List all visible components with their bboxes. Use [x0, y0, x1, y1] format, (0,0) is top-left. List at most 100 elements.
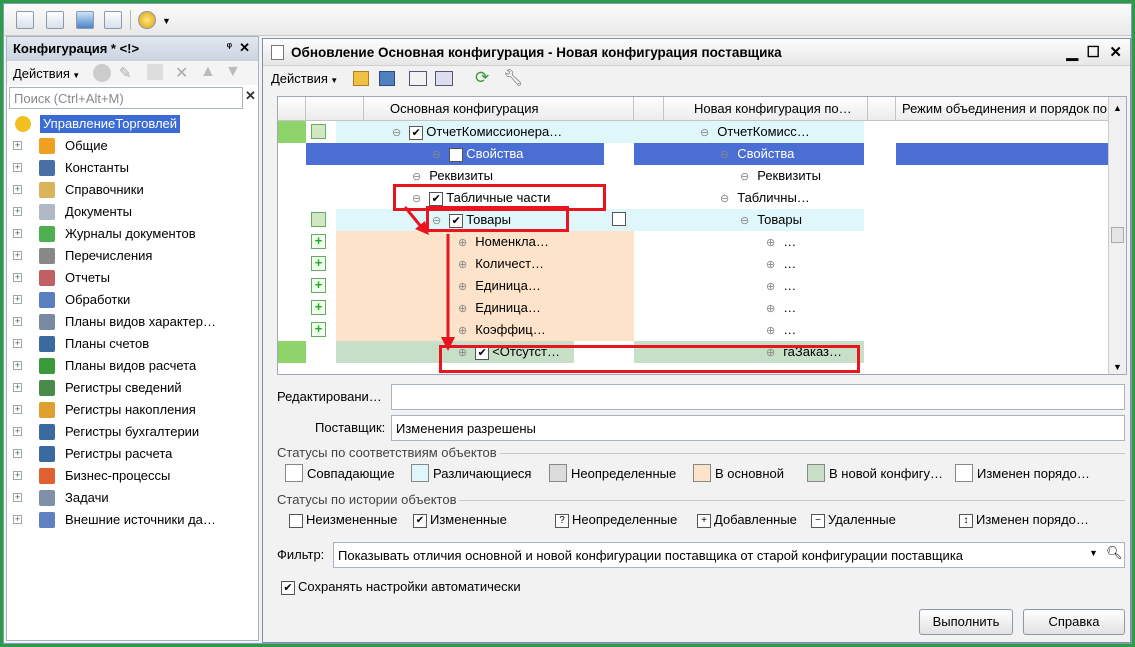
app-frame: ▼ Конфигурация * <!> ᵠ ✕ Действия ▼ ✎ ✕ … [3, 3, 1132, 644]
expand-icon[interactable]: + [13, 449, 22, 458]
window-icon[interactable] [16, 11, 34, 29]
edit-icon[interactable]: ✎ [119, 64, 132, 82]
close-button[interactable]: ✕ [1109, 43, 1122, 61]
pin-icon[interactable]: ᵠ [227, 41, 232, 53]
tree-item[interactable]: + Регистры накопления [7, 399, 258, 421]
expand-icon[interactable]: + [13, 361, 22, 370]
scroll-up-icon: ▲ [1113, 103, 1122, 113]
expand-icon[interactable]: + [13, 295, 22, 304]
editing-field[interactable] [391, 384, 1125, 410]
list-icon[interactable] [104, 11, 122, 29]
actions-menu[interactable]: Действия [13, 66, 70, 81]
refresh-icon[interactable]: ⟳ [475, 68, 489, 88]
tree-item[interactable]: + Константы [7, 157, 258, 179]
filter-select[interactable]: Показывать отличия основной и новой конф… [333, 542, 1125, 568]
database-icon[interactable] [76, 11, 94, 29]
ext-icon [39, 512, 55, 528]
col-new-config[interactable]: Новая конфигурация по… [664, 97, 868, 121]
history-status-item: − Удаленные [811, 512, 896, 528]
settings-icon[interactable] [435, 71, 453, 86]
tree-item[interactable]: + Регистры бухгалтерии [7, 421, 258, 443]
wrench-icon[interactable]: 🔧︎ [503, 68, 523, 88]
help-button[interactable]: Справка [1023, 609, 1125, 635]
search-input[interactable]: Поиск (Ctrl+Alt+M) [9, 87, 243, 109]
tree-item[interactable]: + Планы видов характер… [7, 311, 258, 333]
tree-item[interactable]: + Регистры сведений [7, 377, 258, 399]
tree-item[interactable]: + Справочники [7, 179, 258, 201]
added-icon: + [311, 300, 326, 315]
constants-icon [39, 160, 55, 176]
panel-title: Конфигурация * <!> [13, 41, 140, 56]
close-icon[interactable]: ✕ [239, 40, 250, 56]
tree-item-label: Бизнес-процессы [65, 468, 171, 483]
compare-icon[interactable] [46, 11, 64, 29]
expand-icon[interactable]: + [13, 207, 22, 216]
run-dropdown-icon[interactable]: ▼ [162, 16, 171, 26]
window-actions-menu[interactable]: Действия [271, 71, 328, 86]
save-settings-checkbox[interactable]: ✔ Сохранять настройки автоматически [281, 579, 521, 595]
tree-icon[interactable] [409, 71, 427, 86]
expand-icon[interactable]: + [13, 515, 22, 524]
tree-item[interactable]: + Общие [7, 135, 258, 157]
main-config-cell: ⊕ Единица… [458, 278, 541, 293]
tree-item[interactable]: + Внешние источники да… [7, 509, 258, 531]
tree-item[interactable]: + Задачи [7, 487, 258, 509]
added-icon: + [311, 278, 326, 293]
open-folder-icon[interactable] [353, 71, 369, 86]
grid-scrollbar[interactable]: ▲ ▼ [1108, 97, 1126, 374]
catalogs-icon [39, 182, 55, 198]
run-button[interactable]: Выполнить [919, 609, 1013, 635]
main-config-cell: ⊕ Номенкла… [458, 234, 549, 249]
tree-item[interactable]: + Журналы документов [7, 223, 258, 245]
expand-icon[interactable]: + [13, 163, 22, 172]
maximize-button[interactable]: ☐ [1087, 43, 1100, 61]
tree-item[interactable]: УправлениеТорговлей [7, 113, 258, 135]
table-row[interactable]: ⊖ Свойства ⊖ Свойства [278, 143, 1110, 165]
expand-icon[interactable]: + [13, 185, 22, 194]
expand-icon[interactable]: + [13, 273, 22, 282]
common-icon [39, 138, 55, 154]
tree-item[interactable]: + Планы видов расчета [7, 355, 258, 377]
row-checkbox [612, 212, 626, 226]
save-icon[interactable] [379, 71, 395, 86]
filter-dropdown-icon[interactable]: ▼ [1089, 548, 1098, 558]
tree-item[interactable]: + Бизнес-процессы [7, 465, 258, 487]
col-main-config[interactable]: Основная конфигурация [364, 97, 634, 121]
filter-search-icon[interactable]: 🔍︎ [1106, 545, 1123, 561]
supplier-field[interactable]: Изменения разрешены [391, 415, 1125, 441]
delete-icon[interactable]: ✕ [175, 63, 188, 83]
tree-item[interactable]: + Перечисления [7, 245, 258, 267]
copy-icon[interactable] [147, 64, 163, 80]
expand-icon[interactable]: + [13, 251, 22, 260]
table-row[interactable]: ⊖ Реквизиты ⊖ Реквизиты [278, 165, 1110, 187]
expand-icon[interactable]: + [13, 229, 22, 238]
col-merge-mode[interactable]: Режим объединения и порядок по… [896, 97, 1110, 121]
minimize-button[interactable]: ▁ [1066, 43, 1078, 61]
run-icon[interactable] [138, 11, 156, 29]
expand-icon[interactable]: + [13, 383, 22, 392]
panel-header: Конфигурация * <!> ᵠ ✕ [7, 37, 258, 61]
down-icon[interactable]: ▼ [225, 63, 241, 81]
expand-icon[interactable]: + [13, 317, 22, 326]
expand-icon[interactable]: + [13, 405, 22, 414]
tree-item[interactable]: + Отчеты [7, 267, 258, 289]
tree-item-label: Константы [65, 160, 129, 175]
clear-search-icon[interactable]: ✕ [245, 88, 259, 108]
tree-item-label: Внешние источники да… [65, 512, 216, 527]
tree-item[interactable]: + Документы [7, 201, 258, 223]
expand-icon[interactable]: + [13, 427, 22, 436]
up-icon[interactable]: ▲ [200, 63, 216, 81]
expand-icon[interactable]: + [13, 471, 22, 480]
main-toolbar: ▼ [4, 4, 1131, 36]
expand-icon[interactable]: + [13, 493, 22, 502]
table-row[interactable]: ⊖ ✔ ОтчетКомиссионера… ⊖ ОтчетКомисс… [278, 121, 1110, 143]
tree-item[interactable]: + Регистры расчета [7, 443, 258, 465]
match-status-title: Статусы по соответствиям объектов [277, 445, 500, 460]
chart-types-icon [39, 314, 55, 330]
add-icon[interactable] [93, 64, 111, 82]
tree-item[interactable]: + Планы счетов [7, 333, 258, 355]
expand-icon[interactable]: + [13, 339, 22, 348]
expand-icon[interactable]: + [13, 141, 22, 150]
bp-icon [39, 468, 55, 484]
tree-item[interactable]: + Обработки [7, 289, 258, 311]
